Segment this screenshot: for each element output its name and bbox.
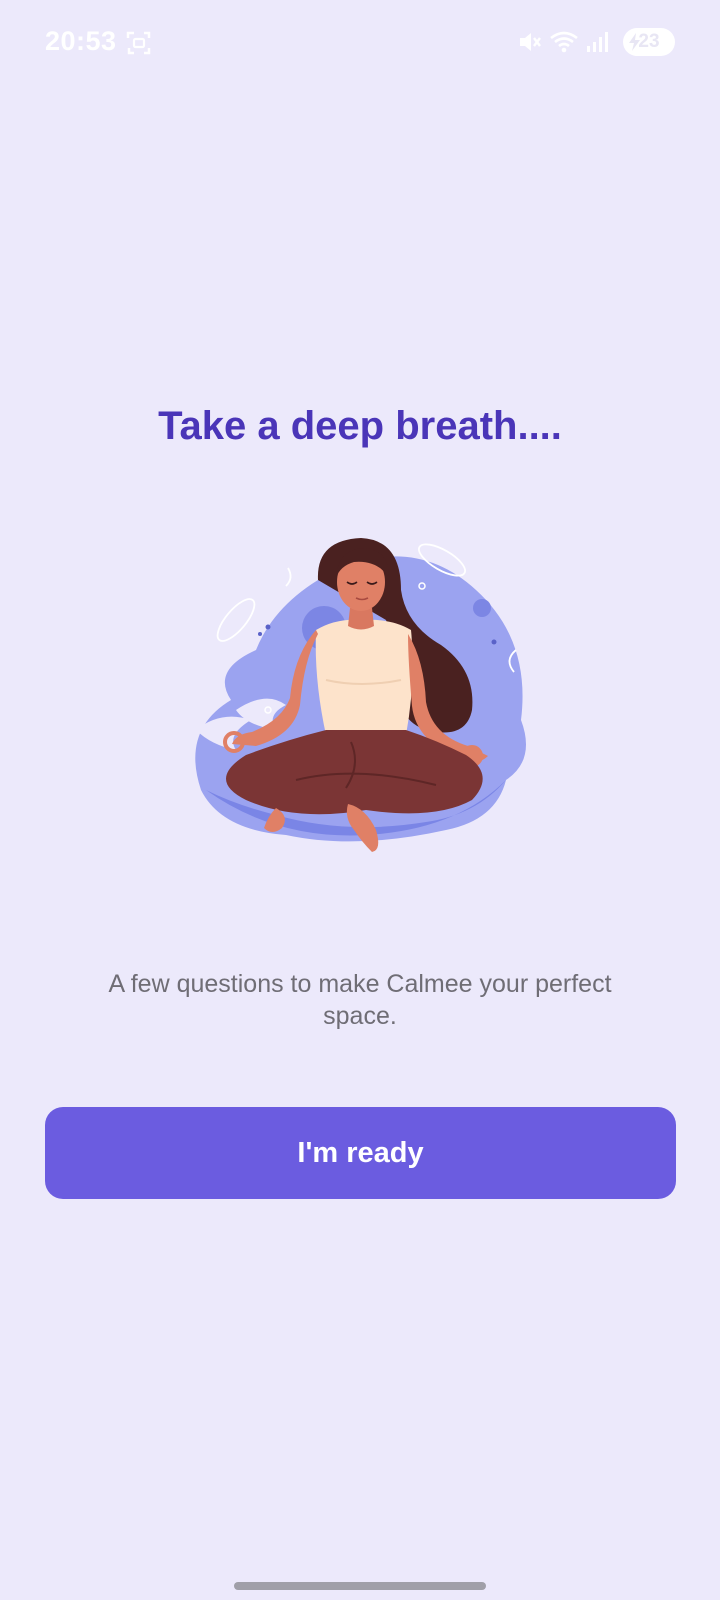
subtitle-text: A few questions to make Calmee your perf… [108, 970, 612, 1030]
meditating-woman-illustration [195, 538, 526, 852]
signal-icon [585, 30, 609, 54]
mute-icon [517, 29, 543, 55]
wifi-icon [549, 29, 579, 55]
battery-icon: 23 [623, 28, 675, 56]
page-title: Take a deep breath.... [158, 404, 562, 448]
im-ready-button[interactable]: I'm ready [45, 1107, 676, 1199]
status-time: 20:53 [45, 26, 117, 56]
screenshot-icon [126, 30, 152, 56]
status-indicators: 23 [517, 28, 675, 56]
home-indicator[interactable] [234, 1582, 486, 1590]
status-bar: 20:53 23 [0, 0, 720, 84]
